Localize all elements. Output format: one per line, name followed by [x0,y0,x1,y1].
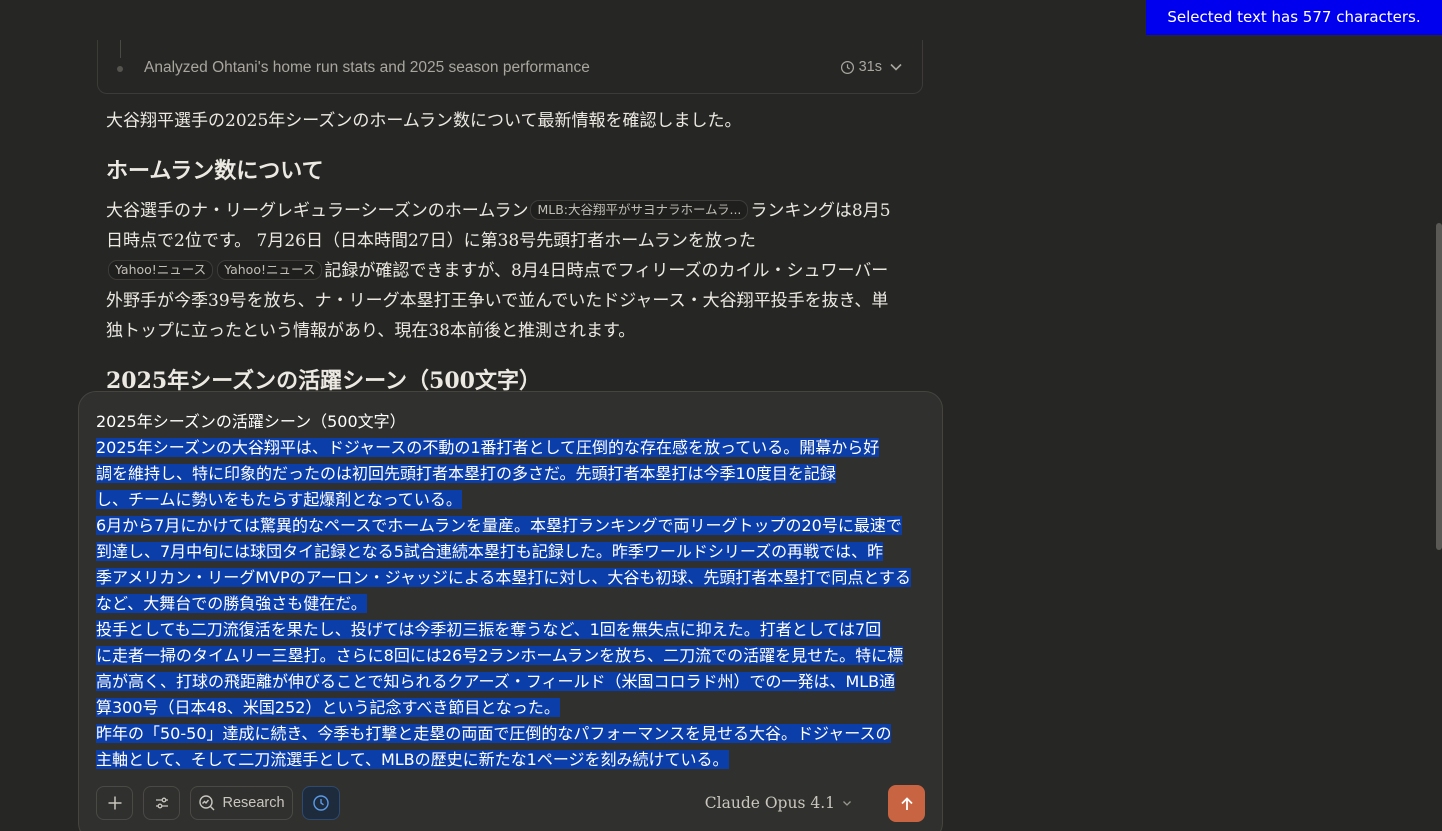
heading-home-runs: ホームラン数について [106,158,324,184]
paragraph-text: 大谷選手のナ・リーグレギュラーシーズンのホームラン [106,201,529,221]
composer-line: 調を維持し、特に印象的だったのは初回先頭打者本塁打の多さだ。先頭打者本塁打は今季… [96,461,876,487]
composer-line: 主軸として、そして二刀流選手として、MLBの歴史に新たな1ページを刻み続けている… [96,747,876,773]
composer-line: など、大舞台での勝負強さも健在だ。 [96,591,876,617]
chevron-down-icon [843,801,851,806]
plus-icon [108,796,121,810]
research-button[interactable]: Research [190,786,293,820]
thinking-timeline-line [120,40,121,58]
thinking-summary-text: Analyzed Ohtani's home run stats and 202… [144,59,590,76]
thinking-duration: 31s [858,59,882,75]
composer-input[interactable]: 2025年シーズンの活躍シーン（500文字） 2025年シーズンの大谷翔平は、ド… [96,409,911,773]
selected-text: 投手としても二刀流復活を果たし、投げては今季初三振を奪うなど、1回を無失点に抑え… [96,620,882,639]
composer-line: に走者一掃のタイムリー三塁打。さらに8回には26号2ランホームランを放ち、二刀流… [96,643,904,669]
thinking-summary[interactable]: Analyzed Ohtani's home run stats and 202… [97,40,923,94]
selected-text: 6月から7月にかけては驚異的なペースでホームランを量産。本塁打ランキングで両リー… [96,516,902,535]
composer-line: 6月から7月にかけては驚異的なペースでホームランを量産。本塁打ランキングで両リー… [96,513,902,539]
selected-text: 到達し、7月中旬には球団タイ記録となる5試合連続本塁打も記録した。昨季ワールドシ… [96,542,884,561]
selected-text: など、大舞台での勝負強さも健在だ。 [96,594,367,613]
selected-text: し、チームに勢いをもたらす起爆剤となっている。 [96,490,462,509]
thinking-meta[interactable]: 31s [840,59,906,75]
citation-chip[interactable]: MLB:大谷翔平がサヨナラホームラ... [530,200,749,220]
response-intro: 大谷翔平選手の2025年シーズンのホームラン数について最新情報を確認しました。 [106,111,742,131]
selected-text: 季アメリカン・リーグMVPのアーロン・ジャッジによる本塁打に対し、大谷も初球、先… [96,568,911,587]
selected-text: に走者一掃のタイムリー三塁打。さらに8回には26号2ランホームランを放ち、二刀流… [96,646,904,665]
composer-toolbar: Research Claude Opus 4.1 [96,785,925,822]
composer-line: 高が高く、打球の飛距離が伸びることで知られるクアーズ・フィールド（米国コロラド州… [96,669,896,695]
send-button[interactable] [888,785,925,822]
response-paragraph-home-runs: 大谷選手のナ・リーグレギュラーシーズンのホームラン MLB:大谷翔平がサヨナラホー… [106,196,896,346]
tools-button[interactable] [143,786,180,820]
model-selector[interactable]: Claude Opus 4.1 [705,794,853,812]
composer-line: 季アメリカン・リーグMVPのアーロン・ジャッジによる本塁打に対し、大谷も初球、先… [96,565,911,591]
citation-chip[interactable]: Yahoo!ニュース [108,260,214,280]
extended-thinking-button[interactable] [302,786,340,820]
research-icon [199,795,215,811]
selected-text: 2025年シーズンの大谷翔平は、ドジャースの不動の1番打者として圧倒的な存在感を… [96,438,880,457]
composer-line: 算300号（日本48、米国252）という記念すべき節目となった。 [96,695,876,721]
model-label: Claude Opus 4.1 [704,794,835,812]
chevron-down-icon[interactable] [886,59,906,75]
selected-text: 調を維持し、特に印象的だったのは初回先頭打者本塁打の多さだ。先頭打者本塁打は今季… [96,464,836,483]
composer-line: 2025年シーズンの大谷翔平は、ドジャースの不動の1番打者として圧倒的な存在感を… [96,435,880,461]
selected-text: 算300号（日本48、米国252）という記念すべき節目となった。 [96,698,560,717]
message-composer[interactable]: 2025年シーズンの活躍シーン（500文字） 2025年シーズンの大谷翔平は、ド… [78,391,943,831]
scrollbar[interactable] [1436,223,1442,550]
citation-chip[interactable]: Yahoo!ニュース [217,260,323,280]
composer-line: 到達し、7月中旬には球団タイ記録となる5試合連続本塁打も記録した。昨季ワールドシ… [96,539,884,565]
composer-line: し、チームに勢いをもたらす起爆剤となっている。 [96,487,876,513]
thinking-timeline-dot [117,66,123,72]
research-label: Research [222,795,285,811]
clock-icon [840,60,854,74]
arrow-up-icon [900,796,913,810]
selection-count-banner: Selected text has 577 characters. [1146,0,1442,35]
selected-text: 高が高く、打球の飛距離が伸びることで知られるクアーズ・フィールド（米国コロラド州… [96,672,896,691]
add-attachment-button[interactable] [96,786,133,820]
chat-window: Selected text has 577 characters. Analyz… [0,0,1442,831]
composer-line: 投手としても二刀流復活を果たし、投げては今季初三振を奪うなど、1回を無失点に抑え… [96,617,882,643]
sliders-icon [155,797,168,809]
composer-line: 昨年の「50-50」達成に続き、今季も打撃と走塁の両面で圧倒的なパフォーマンスを… [96,721,892,747]
selected-text: 昨年の「50-50」達成に続き、今季も打撃と走塁の両面で圧倒的なパフォーマンスを… [96,724,892,743]
selected-text: 主軸として、そして二刀流選手として、MLBの歴史に新たな1ページを刻み続けている… [96,750,729,769]
composer-title-line: 2025年シーズンの活躍シーン（500文字） [96,412,406,431]
clock-icon [313,795,329,811]
